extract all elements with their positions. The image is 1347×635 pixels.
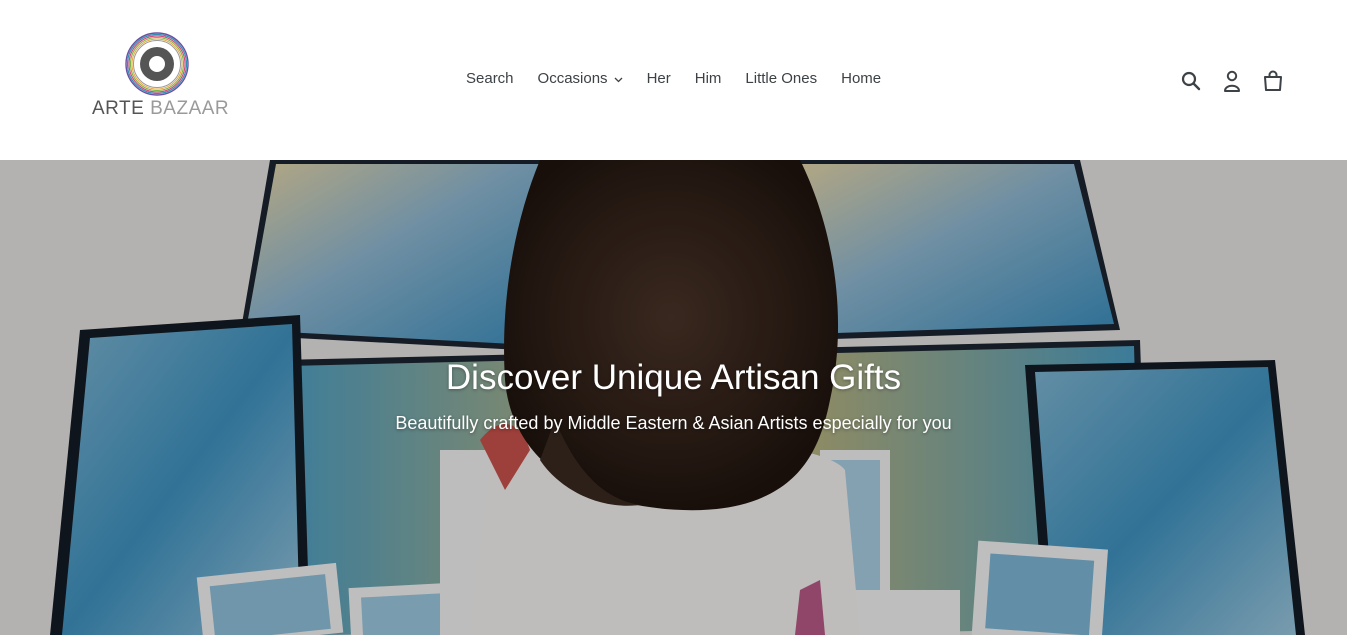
nav-item-label: Her (646, 70, 671, 87)
nav-item-label: Him (694, 70, 722, 87)
nav-item-home[interactable]: Home (829, 68, 893, 89)
nav-item-occasions[interactable]: Occasions (526, 68, 635, 89)
cart-icon[interactable] (1260, 68, 1286, 94)
brand-name: ARTE BAZAAR (92, 98, 232, 120)
search-icon[interactable] (1178, 68, 1204, 94)
nav-item-him[interactable]: Him (683, 68, 734, 89)
brand-logo[interactable]: ARTE BAZAAR (92, 32, 232, 122)
nav-item-label: Occasions (537, 70, 608, 87)
chevron-down-icon (614, 70, 623, 87)
logo-rings-icon (125, 32, 189, 96)
nav-item-search[interactable]: Search (454, 68, 526, 89)
account-icon[interactable] (1219, 68, 1245, 94)
site-header: ARTE BAZAAR Search Occasions Her Him Lit… (0, 0, 1347, 160)
brand-word-1: ARTE (92, 98, 145, 119)
nav-item-her[interactable]: Her (635, 68, 683, 89)
nav-item-little-ones[interactable]: Little Ones (733, 68, 829, 89)
hero-banner: Discover Unique Artisan Gifts Beautifull… (0, 160, 1347, 635)
nav-item-label: Home (841, 70, 882, 87)
header-icons (1178, 68, 1301, 94)
brand-word-2: BAZAAR (150, 98, 230, 119)
nav-item-label: Search (466, 70, 514, 87)
main-nav: Search Occasions Her Him Little Ones Hom… (454, 68, 893, 89)
hero-title: Discover Unique Artisan Gifts (445, 358, 902, 397)
hero-subtitle: Beautifully crafted by Middle Eastern & … (395, 413, 952, 433)
nav-item-label: Little Ones (745, 70, 818, 87)
